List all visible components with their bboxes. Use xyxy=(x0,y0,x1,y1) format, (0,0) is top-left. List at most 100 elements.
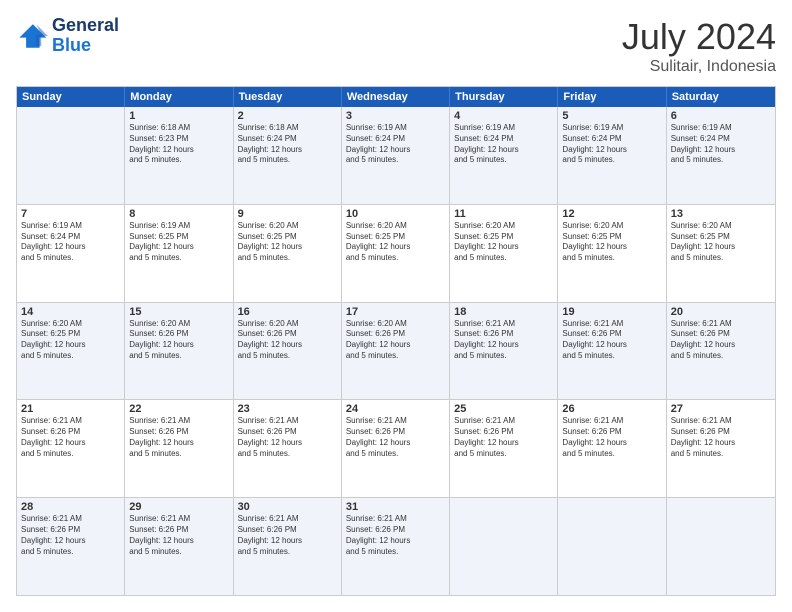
cell-info: Sunrise: 6:21 AM Sunset: 6:26 PM Dayligh… xyxy=(238,416,337,459)
calendar-cell xyxy=(667,498,775,595)
calendar-cell: 20Sunrise: 6:21 AM Sunset: 6:26 PM Dayli… xyxy=(667,303,775,400)
calendar-cell: 27Sunrise: 6:21 AM Sunset: 6:26 PM Dayli… xyxy=(667,400,775,497)
cell-day-number: 25 xyxy=(454,403,553,415)
cell-info: Sunrise: 6:21 AM Sunset: 6:26 PM Dayligh… xyxy=(129,416,228,459)
cell-info: Sunrise: 6:21 AM Sunset: 6:26 PM Dayligh… xyxy=(562,319,661,362)
cell-day-number: 19 xyxy=(562,306,661,318)
cell-info: Sunrise: 6:20 AM Sunset: 6:25 PM Dayligh… xyxy=(562,221,661,264)
cell-day-number: 16 xyxy=(238,306,337,318)
cell-info: Sunrise: 6:20 AM Sunset: 6:26 PM Dayligh… xyxy=(238,319,337,362)
cell-info: Sunrise: 6:21 AM Sunset: 6:26 PM Dayligh… xyxy=(562,416,661,459)
calendar-cell: 16Sunrise: 6:20 AM Sunset: 6:26 PM Dayli… xyxy=(234,303,342,400)
cell-day-number: 31 xyxy=(346,501,445,513)
calendar-cell: 6Sunrise: 6:19 AM Sunset: 6:24 PM Daylig… xyxy=(667,107,775,204)
cell-day-number: 5 xyxy=(562,110,661,122)
cell-info: Sunrise: 6:21 AM Sunset: 6:26 PM Dayligh… xyxy=(454,319,553,362)
calendar-cell: 18Sunrise: 6:21 AM Sunset: 6:26 PM Dayli… xyxy=(450,303,558,400)
calendar-cell xyxy=(558,498,666,595)
calendar-cell: 29Sunrise: 6:21 AM Sunset: 6:26 PM Dayli… xyxy=(125,498,233,595)
calendar-cell: 12Sunrise: 6:20 AM Sunset: 6:25 PM Dayli… xyxy=(558,205,666,302)
cell-info: Sunrise: 6:19 AM Sunset: 6:24 PM Dayligh… xyxy=(21,221,120,264)
cell-info: Sunrise: 6:20 AM Sunset: 6:25 PM Dayligh… xyxy=(21,319,120,362)
logo: General Blue xyxy=(16,16,119,56)
cell-info: Sunrise: 6:20 AM Sunset: 6:25 PM Dayligh… xyxy=(346,221,445,264)
calendar-header: SundayMondayTuesdayWednesdayThursdayFrid… xyxy=(17,87,775,107)
logo-icon xyxy=(16,22,48,50)
calendar-cell: 7Sunrise: 6:19 AM Sunset: 6:24 PM Daylig… xyxy=(17,205,125,302)
weekday-header: Monday xyxy=(125,87,233,107)
cell-day-number: 15 xyxy=(129,306,228,318)
location: Sulitair, Indonesia xyxy=(622,58,776,76)
cell-info: Sunrise: 6:18 AM Sunset: 6:23 PM Dayligh… xyxy=(129,123,228,166)
calendar-cell: 8Sunrise: 6:19 AM Sunset: 6:25 PM Daylig… xyxy=(125,205,233,302)
calendar-cell xyxy=(17,107,125,204)
cell-day-number: 7 xyxy=(21,208,120,220)
cell-day-number: 29 xyxy=(129,501,228,513)
cell-day-number: 30 xyxy=(238,501,337,513)
cell-day-number: 21 xyxy=(21,403,120,415)
cell-day-number: 17 xyxy=(346,306,445,318)
cell-day-number: 1 xyxy=(129,110,228,122)
cell-day-number: 14 xyxy=(21,306,120,318)
calendar: SundayMondayTuesdayWednesdayThursdayFrid… xyxy=(16,86,776,596)
cell-day-number: 11 xyxy=(454,208,553,220)
cell-info: Sunrise: 6:19 AM Sunset: 6:24 PM Dayligh… xyxy=(671,123,771,166)
cell-info: Sunrise: 6:20 AM Sunset: 6:26 PM Dayligh… xyxy=(346,319,445,362)
page: General Blue July 2024 Sulitair, Indones… xyxy=(0,0,792,612)
calendar-row: 28 Sunrise: 6:21 AM Sunset: 6:26 PM Dayli… xyxy=(17,497,775,595)
cell-day-number: 24 xyxy=(346,403,445,415)
weekday-header: Sunday xyxy=(17,87,125,107)
calendar-cell: 5Sunrise: 6:19 AM Sunset: 6:24 PM Daylig… xyxy=(558,107,666,204)
cell-day-number: 22 xyxy=(129,403,228,415)
cell-day-number: 10 xyxy=(346,208,445,220)
cell-day-number: 26 xyxy=(562,403,661,415)
calendar-cell: 1Sunrise: 6:18 AM Sunset: 6:23 PM Daylig… xyxy=(125,107,233,204)
logo-text: General Blue xyxy=(52,16,119,56)
calendar-cell: 19Sunrise: 6:21 AM Sunset: 6:26 PM Dayli… xyxy=(558,303,666,400)
cell-info: Sunrise: 6:21 AM Sunset: 6:26 PM Dayligh… xyxy=(21,416,120,459)
cell-info: Sunrise: 6:21 AM Sunset: 6:26 PM Dayligh… xyxy=(454,416,553,459)
cell-info: Sunrise: 6:19 AM Sunset: 6:24 PM Dayligh… xyxy=(454,123,553,166)
cell-info: Sunrise: 6:20 AM Sunset: 6:26 PM Dayligh… xyxy=(129,319,228,362)
calendar-cell: 15Sunrise: 6:20 AM Sunset: 6:26 PM Dayli… xyxy=(125,303,233,400)
cell-info: Sunrise: 6:21 AM Sunset: 6:26 PM Dayligh… xyxy=(238,514,337,557)
cell-day-number: 9 xyxy=(238,208,337,220)
cell-info: Sunrise: 6:21 AM Sunset: 6:26 PM Dayligh… xyxy=(346,416,445,459)
weekday-header: Saturday xyxy=(667,87,775,107)
calendar-cell: 26Sunrise: 6:21 AM Sunset: 6:26 PM Dayli… xyxy=(558,400,666,497)
calendar-cell: 23Sunrise: 6:21 AM Sunset: 6:26 PM Dayli… xyxy=(234,400,342,497)
cell-info: Sunrise: 6:20 AM Sunset: 6:25 PM Dayligh… xyxy=(671,221,771,264)
cell-day-number: 13 xyxy=(671,208,771,220)
cell-day-number: 28 xyxy=(21,501,120,513)
cell-day-number: 8 xyxy=(129,208,228,220)
cell-day-number: 2 xyxy=(238,110,337,122)
cell-day-number: 23 xyxy=(238,403,337,415)
calendar-cell: 2Sunrise: 6:18 AM Sunset: 6:24 PM Daylig… xyxy=(234,107,342,204)
calendar-cell: 13Sunrise: 6:20 AM Sunset: 6:25 PM Dayli… xyxy=(667,205,775,302)
calendar-cell: 24Sunrise: 6:21 AM Sunset: 6:26 PM Dayli… xyxy=(342,400,450,497)
calendar-row: 7Sunrise: 6:19 AM Sunset: 6:24 PM Daylig… xyxy=(17,204,775,302)
weekday-header: Wednesday xyxy=(342,87,450,107)
weekday-header: Thursday xyxy=(450,87,558,107)
cell-info: Sunrise: 6:19 AM Sunset: 6:24 PM Dayligh… xyxy=(562,123,661,166)
calendar-body: 1Sunrise: 6:18 AM Sunset: 6:23 PM Daylig… xyxy=(17,107,775,595)
calendar-cell: 28Sunrise: 6:21 AM Sunset: 6:26 PM Dayli… xyxy=(17,498,125,595)
month-year: July 2024 xyxy=(622,16,776,58)
calendar-row: 14Sunrise: 6:20 AM Sunset: 6:25 PM Dayli… xyxy=(17,302,775,400)
cell-day-number: 12 xyxy=(562,208,661,220)
cell-day-number: 18 xyxy=(454,306,553,318)
title-block: July 2024 Sulitair, Indonesia xyxy=(622,16,776,76)
calendar-row: 1Sunrise: 6:18 AM Sunset: 6:23 PM Daylig… xyxy=(17,107,775,204)
header: General Blue July 2024 Sulitair, Indones… xyxy=(16,16,776,76)
cell-info: Sunrise: 6:21 AM Sunset: 6:26 PM Dayligh… xyxy=(129,514,228,557)
cell-info: Sunrise: 6:21 AM Sunset: 6:26 PM Dayligh… xyxy=(671,416,771,459)
weekday-header: Friday xyxy=(558,87,666,107)
calendar-cell: 4Sunrise: 6:19 AM Sunset: 6:24 PM Daylig… xyxy=(450,107,558,204)
cell-day-number: 3 xyxy=(346,110,445,122)
cell-day-number: 20 xyxy=(671,306,771,318)
calendar-cell: 3Sunrise: 6:19 AM Sunset: 6:24 PM Daylig… xyxy=(342,107,450,204)
cell-info: Sunrise: 6:20 AM Sunset: 6:25 PM Dayligh… xyxy=(238,221,337,264)
calendar-cell: 21Sunrise: 6:21 AM Sunset: 6:26 PM Dayli… xyxy=(17,400,125,497)
calendar-row: 21Sunrise: 6:21 AM Sunset: 6:26 PM Dayli… xyxy=(17,399,775,497)
calendar-cell xyxy=(450,498,558,595)
